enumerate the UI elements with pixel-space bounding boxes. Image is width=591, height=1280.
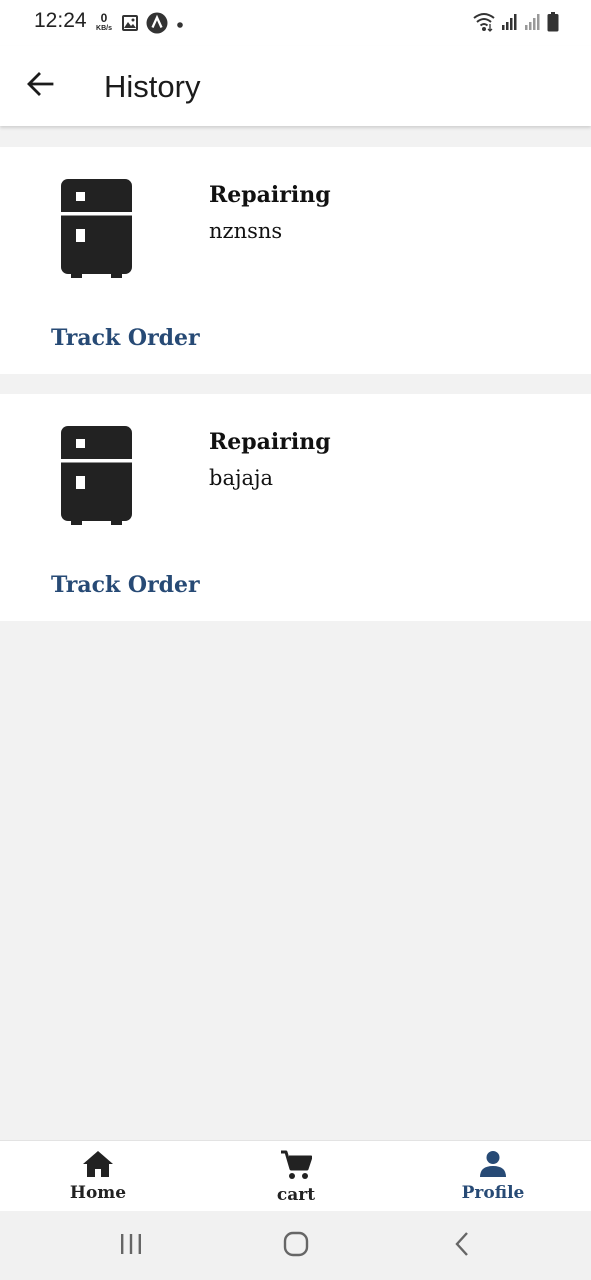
home-circle-icon (283, 1231, 309, 1262)
order-card: Repairing bajaja Track Order (0, 394, 591, 621)
cart-icon (226, 1149, 366, 1181)
status-right-icons (473, 12, 559, 37)
bottom-nav: Home cart Profile (0, 1140, 591, 1211)
home-icon (28, 1149, 168, 1179)
status-bar: 12:24 0 KB/s (0, 0, 591, 46)
order-title: Repairing (209, 429, 331, 455)
recents-button[interactable] (111, 1231, 151, 1261)
fridge-icon (61, 179, 133, 284)
system-home-button[interactable] (276, 1231, 316, 1261)
order-description: nznsns (209, 219, 283, 243)
app-bar: History (0, 46, 591, 126)
fridge-icon (61, 426, 133, 531)
order-description: bajaja (209, 466, 274, 490)
chevron-left-icon (454, 1231, 470, 1262)
page-title: History (104, 69, 201, 104)
arrow-left-icon (26, 70, 54, 103)
nav-item-cart[interactable]: cart (226, 1149, 366, 1205)
nav-item-home[interactable]: Home (28, 1149, 168, 1203)
status-left-icons (121, 12, 185, 39)
signal-icon (524, 13, 541, 36)
track-order-button[interactable]: Track Order (51, 572, 200, 598)
status-time: 12:24 (34, 9, 87, 32)
back-button[interactable] (24, 70, 56, 102)
nav-label: Profile (461, 1183, 525, 1203)
dot-icon (175, 17, 185, 35)
network-speed: 0 KB/s (93, 12, 115, 32)
wifi-icon (473, 12, 495, 37)
signal-icon (501, 13, 518, 36)
battery-icon (547, 12, 559, 37)
system-back-button[interactable] (442, 1231, 482, 1261)
person-icon (423, 1149, 563, 1179)
network-speed-value: 0 (100, 11, 108, 25)
nav-label: cart (276, 1185, 316, 1205)
nav-item-profile[interactable]: Profile (423, 1149, 563, 1203)
track-order-button[interactable]: Track Order (51, 325, 200, 351)
recents-icon (119, 1233, 143, 1260)
order-card: Repairing nznsns Track Order (0, 147, 591, 374)
image-icon (121, 14, 139, 37)
app-notification-icon (146, 12, 168, 39)
nav-label: Home (69, 1183, 127, 1203)
network-speed-unit: KB/s (96, 25, 112, 32)
order-title: Repairing (209, 182, 331, 208)
system-nav-bar (0, 1211, 591, 1280)
